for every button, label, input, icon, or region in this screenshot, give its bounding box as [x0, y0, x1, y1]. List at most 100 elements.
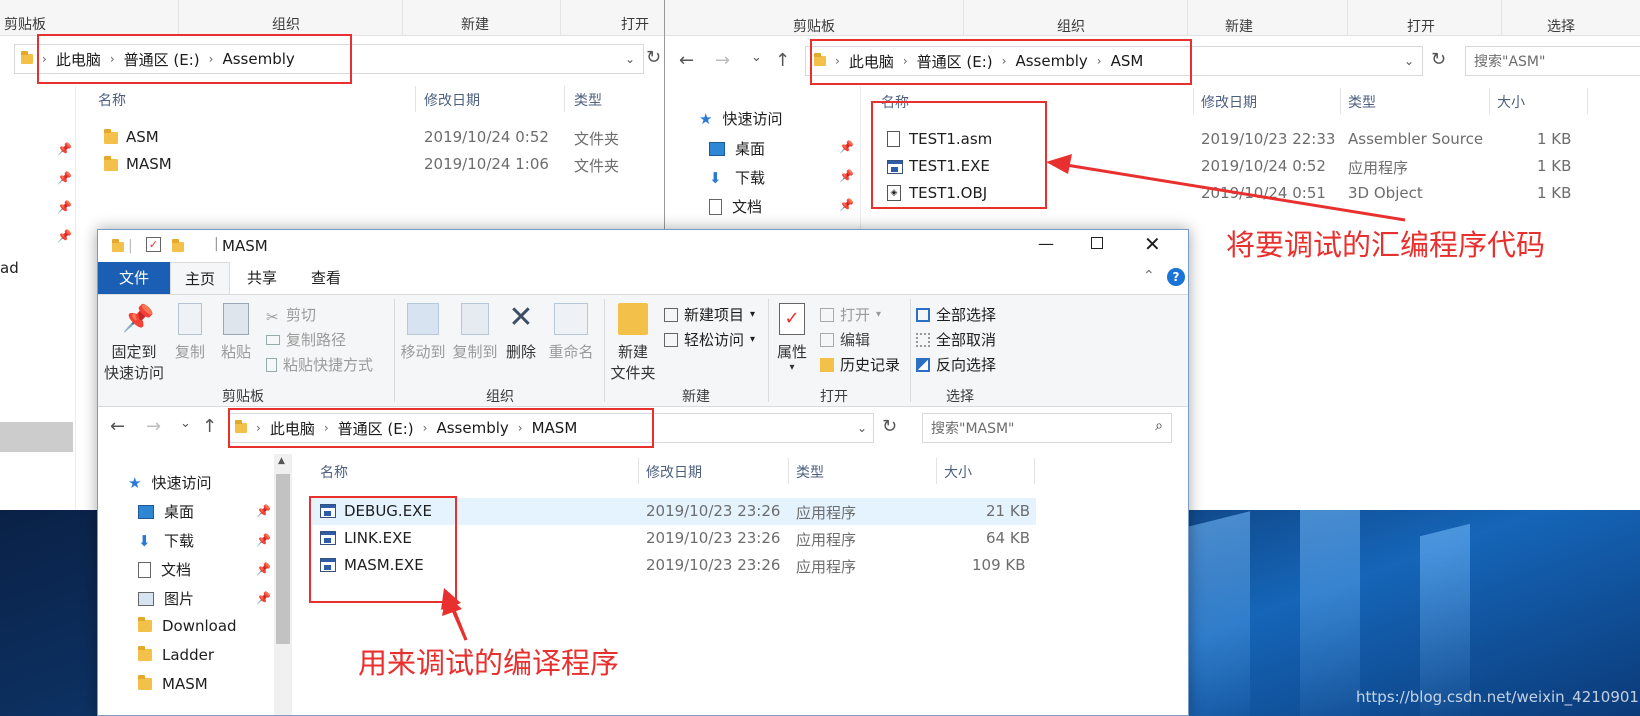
copy-path-button[interactable]: 复制路径 [266, 329, 346, 350]
nav-quick-access[interactable]: ★ 快速访问 [128, 472, 211, 493]
folder-icon [138, 675, 152, 690]
invert-selection-button[interactable]: 反向选择 [916, 354, 996, 375]
copy-button[interactable]: 复制 [170, 303, 210, 362]
up-arrow-icon[interactable]: ↑ [202, 416, 217, 437]
paste-shortcut-button[interactable]: 粘贴快捷方式 [266, 354, 373, 375]
search-icon[interactable]: ⌕ [1155, 418, 1163, 434]
group-label-clipboard: 剪贴板 [4, 17, 46, 33]
cut-button[interactable]: ✂ 剪切 [266, 304, 316, 326]
maximize-button[interactable] [1091, 237, 1103, 249]
new-folder-quick-icon[interactable] [172, 239, 184, 252]
select-none-button[interactable]: 全部取消 [916, 329, 996, 350]
history-icon [820, 357, 834, 372]
recent-dropdown-icon[interactable]: ⌄ [751, 50, 762, 65]
recent-dropdown-icon[interactable]: ⌄ [180, 416, 191, 431]
tab-view[interactable]: 查看 [294, 262, 358, 294]
file-date: 2019/10/24 0:52 [1201, 157, 1326, 175]
forward-arrow-icon[interactable]: → [715, 50, 730, 71]
nav-item-desktop[interactable]: 桌面 [709, 138, 765, 159]
nav-quick-access[interactable]: ★ 快速访问 [699, 108, 782, 129]
annotation-box-address-left [37, 34, 352, 84]
scroll-up-icon[interactable]: ▲ [278, 456, 285, 466]
minimize-button[interactable]: — [1038, 234, 1054, 253]
nav-item-documents[interactable]: 文档 [709, 196, 762, 217]
tab-file[interactable]: 文件 [98, 262, 170, 294]
paste-button[interactable]: 粘贴 [216, 303, 256, 362]
close-button[interactable]: ✕ [1144, 232, 1161, 256]
chevron-down-icon[interactable]: ⌄ [625, 52, 635, 66]
pin-icon: 📌 [57, 229, 72, 243]
title-bar[interactable]: | ✓ | MASM — ✕ [98, 230, 1188, 262]
column-header-size[interactable]: 大小 [944, 462, 972, 482]
list-item[interactable]: MASM 2019/10/24 1:06 文件夹 [98, 153, 658, 177]
open-button[interactable]: 打开 ▾ [820, 304, 881, 325]
nav-item-masm[interactable]: MASM [138, 675, 208, 693]
column-header-type[interactable]: 类型 [796, 462, 824, 482]
chevron-down-icon[interactable]: ⌄ [857, 421, 867, 435]
easy-access-button[interactable]: 轻松访问 ▾ [664, 329, 755, 350]
refresh-icon[interactable]: ↻ [1431, 49, 1446, 70]
delete-button[interactable]: ✕ 删除 [502, 303, 540, 362]
copy-path-icon [266, 334, 280, 345]
column-header-name[interactable]: 名称 [98, 90, 126, 110]
copy-icon [178, 303, 202, 335]
file-date: 2019/10/23 23:26 [646, 529, 781, 547]
column-header-type[interactable]: 类型 [1348, 92, 1376, 112]
edit-button[interactable]: 编辑 [820, 329, 870, 350]
collapse-ribbon-icon[interactable]: ⌃ [1143, 268, 1155, 284]
column-header-size[interactable]: 大小 [1497, 92, 1525, 112]
search-input[interactable]: 搜索"MASM" ⌕ [922, 413, 1172, 443]
properties-quick-icon[interactable]: ✓ [146, 237, 161, 252]
nav-pane: ★ 快速访问 桌面 ⬇ 下载 文档 图片 Download Ladder MAS… [98, 454, 292, 715]
nav-item-downloads[interactable]: ⬇ 下载 [138, 530, 194, 551]
refresh-icon[interactable]: ↻ [646, 47, 661, 68]
ribbon-tabs: 文件 主页 共享 查看 ⌃ ? [98, 262, 1188, 294]
list-item[interactable]: ASM 2019/10/24 0:52 文件夹 [98, 126, 658, 150]
column-header-type[interactable]: 类型 [574, 90, 602, 110]
nav-scrollbar[interactable]: ▲ [274, 454, 292, 715]
back-arrow-icon[interactable]: ← [679, 50, 694, 71]
file-name: ASM [126, 128, 159, 146]
up-arrow-icon[interactable]: ↑ [775, 50, 790, 71]
annotation-compile-programs: 用来调试的编译程序 [358, 646, 620, 680]
nav-item-partial[interactable]: ad [0, 259, 19, 277]
column-header-date[interactable]: 修改日期 [1201, 92, 1257, 112]
help-icon[interactable]: ? [1167, 268, 1185, 286]
new-folder-button[interactable]: 新建 文件夹 [608, 303, 658, 383]
back-arrow-icon[interactable]: ← [110, 416, 125, 437]
easy-access-icon [664, 332, 678, 347]
tab-home[interactable]: 主页 [170, 262, 230, 294]
folder-icon [138, 617, 152, 632]
nav-item-selected[interactable] [0, 422, 73, 452]
select-all-button[interactable]: 全部选择 [916, 304, 996, 325]
tab-share[interactable]: 共享 [230, 262, 294, 294]
file-size: 64 KB [986, 529, 1030, 547]
ribbon-group-strip: 剪贴板 组织 新建 打开 选择 [665, 0, 1640, 36]
nav-item-pictures[interactable]: 图片 [138, 588, 194, 609]
column-header-date[interactable]: 修改日期 [424, 90, 480, 110]
copy-to-button[interactable]: 复制到 [450, 303, 500, 362]
nav-item-download-folder[interactable]: Download [138, 617, 237, 635]
nav-item-downloads[interactable]: ⬇ 下载 [709, 167, 765, 188]
nav-item-documents[interactable]: 文档 [138, 559, 191, 580]
edit-icon [820, 332, 834, 347]
document-icon [709, 198, 722, 215]
group-label-open: 打开 [820, 389, 848, 405]
search-input[interactable]: 搜索"ASM" [1465, 46, 1640, 76]
history-button[interactable]: 历史记录 [820, 354, 900, 375]
nav-item-ladder[interactable]: Ladder [138, 646, 214, 664]
scrollbar-thumb[interactable] [276, 474, 290, 644]
properties-button[interactable]: ✓ 属性 ▾ [772, 303, 812, 373]
pin-to-quick-access-button[interactable]: 📌 固定到 快速访问 [104, 303, 164, 383]
forward-arrow-icon[interactable]: → [146, 416, 161, 437]
column-header-name[interactable]: 名称 [320, 462, 348, 482]
new-item-button[interactable]: 新建项目 ▾ [664, 304, 755, 325]
group-label-organize: 组织 [1057, 19, 1085, 35]
move-to-button[interactable]: 移动到 [398, 303, 448, 362]
refresh-icon[interactable]: ↻ [882, 416, 897, 437]
chevron-down-icon[interactable]: ⌄ [1404, 54, 1414, 68]
nav-item-desktop[interactable]: 桌面 [138, 501, 194, 522]
rename-button[interactable]: 重命名 [544, 303, 598, 362]
pin-icon: 📌 [839, 169, 854, 183]
column-header-date[interactable]: 修改日期 [646, 462, 702, 482]
